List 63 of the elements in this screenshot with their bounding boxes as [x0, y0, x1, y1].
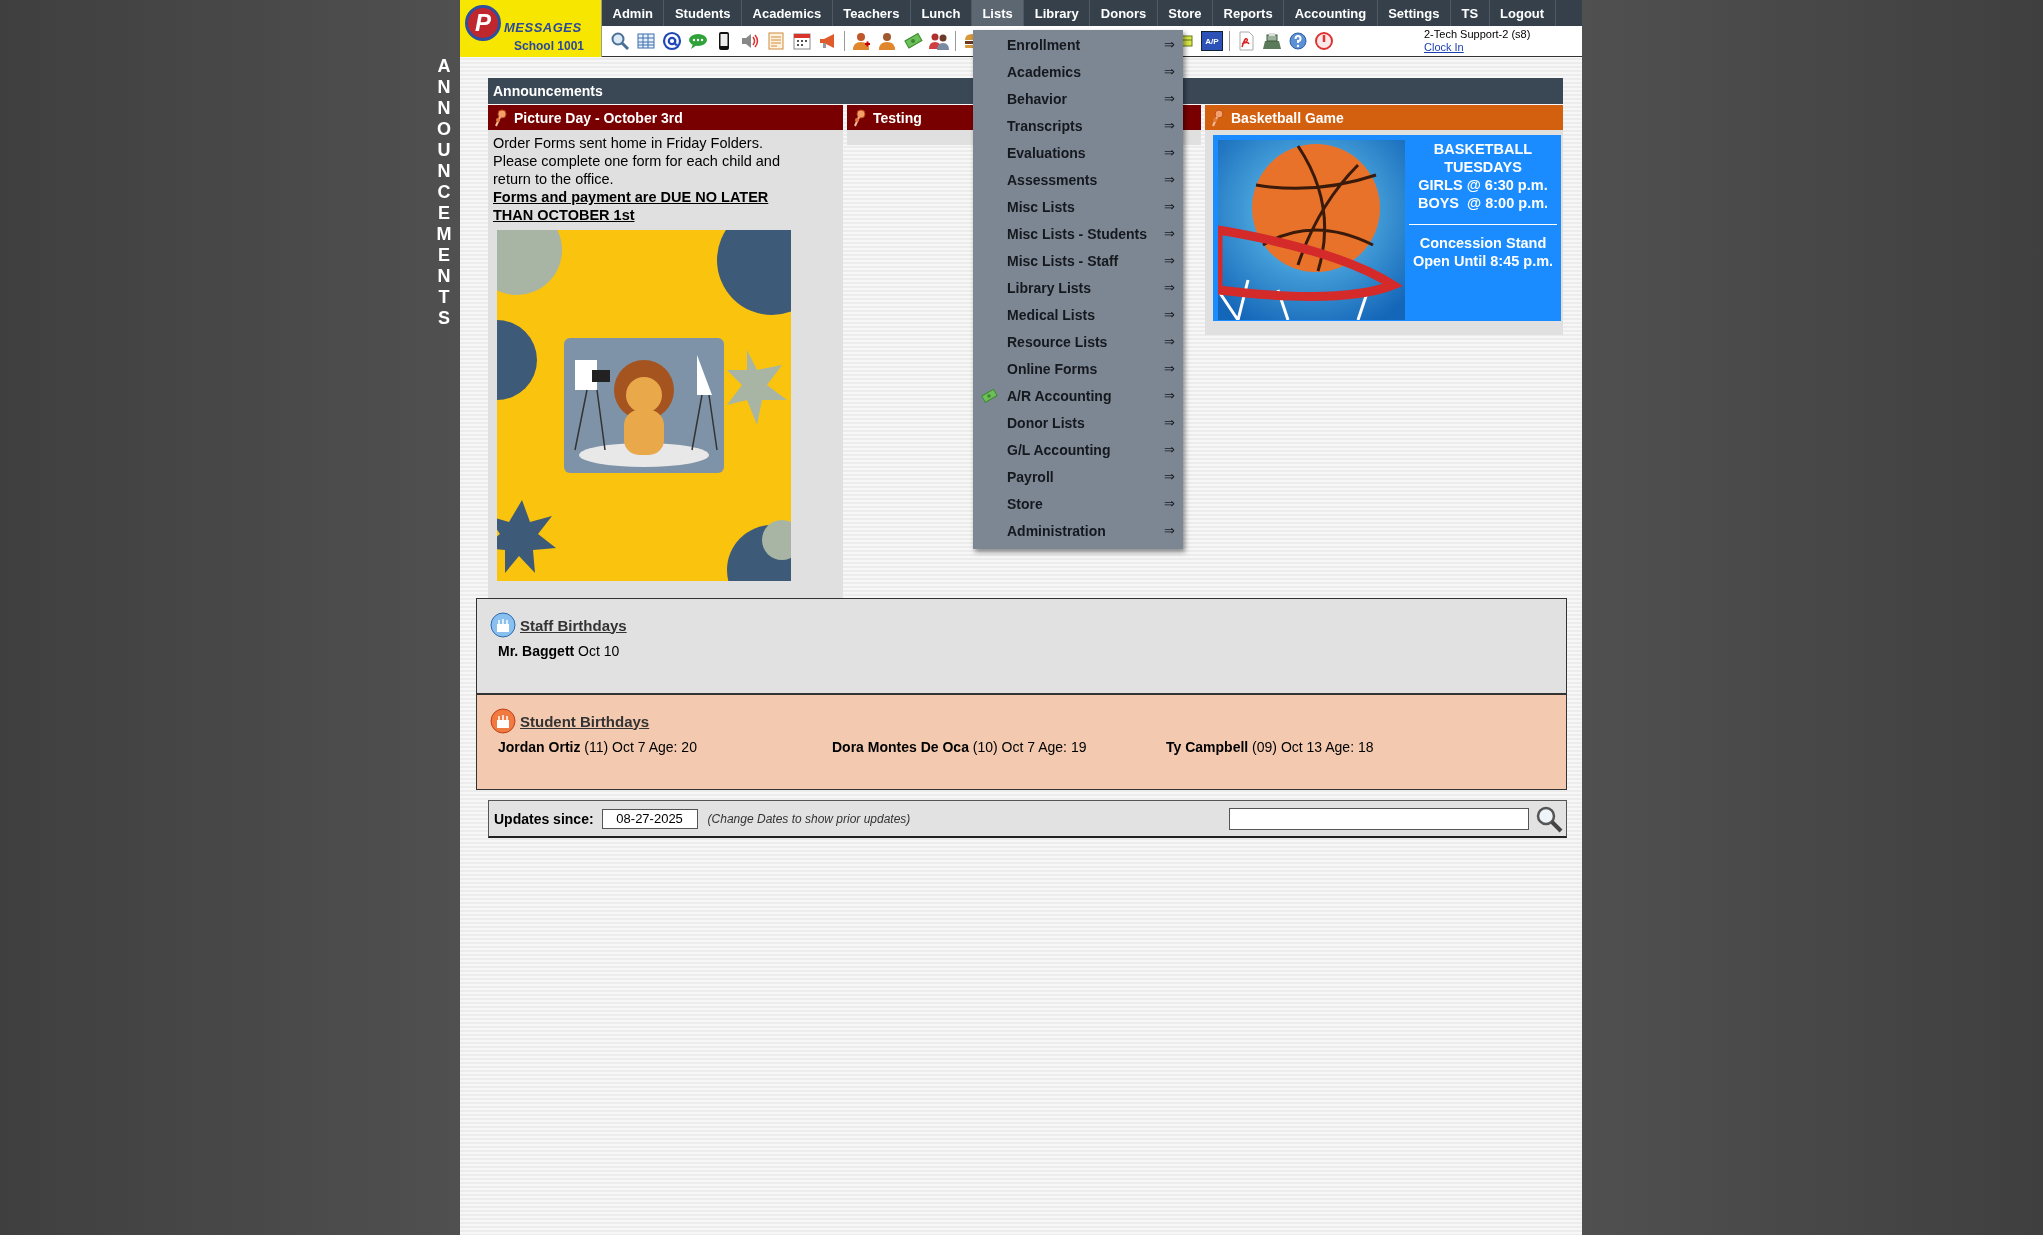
birthday-entry: Ty Campbell (09) Oct 13 Age: 18	[1166, 739, 1375, 755]
birthday-entry: Mr. Baggett Oct 10	[498, 643, 621, 659]
menu-item[interactable]: Misc Lists ⇒	[973, 193, 1183, 220]
column-title: Testing	[873, 109, 922, 126]
hint-text: (Change Dates to show prior updates)	[707, 811, 911, 826]
power-icon[interactable]	[1314, 31, 1334, 51]
section-title-link[interactable]: Staff Birthdays	[520, 616, 627, 634]
person-icon[interactable]	[851, 31, 871, 51]
menu-item[interactable]: Medical Lists ⇒	[973, 301, 1183, 328]
pdf-icon[interactable]	[1236, 31, 1256, 51]
menu-item[interactable]: Misc Lists - Staff ⇒	[973, 247, 1183, 274]
menu-item[interactable]: Donor Lists ⇒	[973, 409, 1183, 436]
column-title: Basketball Game	[1231, 109, 1344, 126]
menu-item[interactable]: Administration ⇒	[973, 517, 1183, 544]
cash-register-icon[interactable]	[1262, 31, 1282, 51]
menu-item[interactable]: Evaluations ⇒	[973, 139, 1183, 166]
calendar-icon[interactable]	[792, 31, 812, 51]
notice-text: Please complete one form for each child and return to the office.	[493, 152, 781, 188]
search-field[interactable]	[1229, 807, 1529, 830]
promo-text: BASKETBALL TUESDAYS GIRLS @ 6:30 p.m. BOYS @ 8:00 p.m.	[1416, 140, 1550, 212]
menu-item[interactable]: Misc Lists - Students ⇒	[973, 220, 1183, 247]
notice-text: Order Forms sent home in Friday Folders.	[493, 134, 764, 152]
updates-label: Updates since:	[494, 810, 594, 827]
logo-subtitle: School 1001	[514, 39, 585, 53]
logo-mark: P	[465, 5, 501, 41]
search-icon[interactable]	[610, 31, 630, 51]
menu-item[interactable]: Transcripts ⇒	[973, 112, 1183, 139]
cake-icon	[490, 612, 516, 638]
user-name: 2-Tech Support-2 (s8)	[1424, 28, 1532, 41]
search-icon[interactable]	[1535, 804, 1563, 833]
menu-item[interactable]: Store ⇒	[973, 490, 1183, 517]
menu-item[interactable]: Payroll ⇒	[973, 463, 1183, 490]
logo-panel[interactable]: P MESSAGES School 1001	[460, 0, 602, 57]
birthday-entry: Jordan Ortiz (11) Oct 7 Age: 20	[498, 739, 698, 755]
people-icon[interactable]	[929, 31, 949, 51]
column-title: Picture Day - October 3rd	[514, 109, 683, 126]
pin-icon	[1210, 108, 1226, 127]
menu-item[interactable]: G/L Accounting ⇒	[973, 436, 1183, 463]
table-icon[interactable]	[636, 31, 656, 51]
menu-item[interactable]: Online Forms ⇒	[973, 355, 1183, 382]
menu-item[interactable]: Assessments ⇒	[973, 166, 1183, 193]
pin-icon	[493, 108, 509, 127]
birthday-entry: Dora Montes De Oca (10) Oct 7 Age: 19	[832, 739, 1088, 755]
at-sign-icon[interactable]	[662, 31, 682, 51]
menu-item[interactable]: Enrollment ⇒	[973, 31, 1183, 58]
menu-item[interactable]: Library Lists ⇒	[973, 274, 1183, 301]
pin-icon	[852, 108, 868, 127]
promo-text: Concession Stand Open Until 8:45 p.m.	[1411, 234, 1555, 270]
ap-button[interactable]: A/P	[1201, 31, 1223, 51]
help-icon[interactable]	[1288, 31, 1308, 51]
section-title-link[interactable]: Student Birthdays	[520, 712, 650, 730]
logo-title: MESSAGES	[504, 20, 582, 35]
vertical-section-label: ANNOUNCEMENTS	[435, 56, 453, 329]
chat-icon[interactable]	[688, 31, 708, 51]
notice-emphasis: Forms and payment are DUE NO LATER THAN OCTOBER 1st	[493, 188, 770, 224]
person-icon[interactable]	[877, 31, 897, 51]
menu-item[interactable]: A/R Accounting ⇒	[973, 382, 1183, 409]
menu-item[interactable]: Resource Lists ⇒	[973, 328, 1183, 355]
speaker-icon[interactable]	[740, 31, 760, 51]
nav-tab[interactable]: Lists	[971, 0, 1025, 26]
date-field[interactable]: 08-27-2025	[601, 808, 698, 829]
cake-icon	[490, 708, 516, 734]
clock-in-link[interactable]: Clock In	[1424, 41, 1464, 53]
